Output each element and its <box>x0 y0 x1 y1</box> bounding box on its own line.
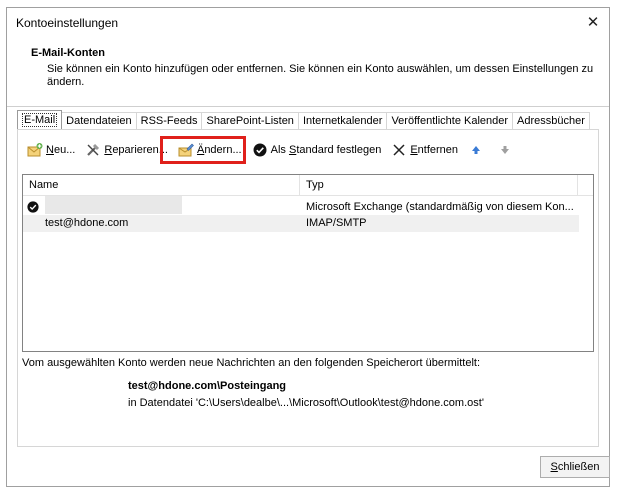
default-account-check-icon <box>27 201 39 213</box>
move-down-button[interactable] <box>494 140 519 160</box>
arrow-up-icon <box>468 142 484 158</box>
account-list[interactable]: Name Typ Microsoft Exchange (standardmäß… <box>22 174 594 352</box>
header-title: E-Mail-Konten <box>31 47 105 59</box>
account-row[interactable]: test@hdone.com IMAP/SMTP <box>23 215 579 232</box>
redacted-account-name <box>45 196 182 214</box>
tab-email[interactable]: E-Mail <box>17 110 63 129</box>
title-bar: Kontoeinstellungen ✕ <box>7 8 609 36</box>
account-name: test@hdone.com <box>45 217 129 229</box>
header-description: Sie können ein Konto hinzufügen oder ent… <box>47 63 594 88</box>
account-type: Microsoft Exchange (standardmäßig von di… <box>306 201 574 213</box>
repair-tools-icon <box>85 142 101 158</box>
tab-strip: E-Mail Datendateien RSS-Feeds SharePoint… <box>17 110 590 129</box>
data-file-path: in Datendatei 'C:\Users\dealbe\...\Micro… <box>128 397 484 409</box>
tab-rss-feeds[interactable]: RSS-Feeds <box>135 112 203 129</box>
delivery-info-text: Vom ausgewählten Konto werden neue Nachr… <box>22 357 481 369</box>
window-title: Kontoeinstellungen <box>16 16 119 30</box>
x-remove-icon <box>391 142 407 158</box>
column-header-type[interactable]: Typ <box>306 179 324 191</box>
tab-internetkalender[interactable]: Internetkalender <box>297 112 388 129</box>
checkmark-circle-icon <box>252 142 268 158</box>
dialog-header: E-Mail-Konten Sie können ein Konto hinzu… <box>7 36 609 107</box>
repair-button[interactable]: Reparieren... <box>82 140 171 160</box>
remove-button[interactable]: Entfernen <box>388 140 461 160</box>
account-type: IMAP/SMTP <box>306 217 367 229</box>
column-header-name[interactable]: Name <box>29 179 58 191</box>
change-button-highlight <box>160 136 246 164</box>
delivery-store-path: test@hdone.com\Posteingang <box>128 380 287 392</box>
set-default-button[interactable]: Als Standard festlegen <box>249 140 385 160</box>
email-tab-panel: Neu... Reparieren... Ändern... Als Stand… <box>17 129 599 447</box>
arrow-down-icon <box>497 142 513 158</box>
list-header: Name Typ <box>23 175 593 196</box>
close-icon[interactable]: ✕ <box>577 8 609 36</box>
account-row[interactable]: Microsoft Exchange (standardmäßig von di… <box>23 196 579 216</box>
move-up-button[interactable] <box>465 140 490 160</box>
account-settings-dialog: Kontoeinstellungen ✕ E-Mail-Konten Sie k… <box>6 7 610 487</box>
tab-datendateien[interactable]: Datendateien <box>61 112 137 129</box>
new-button[interactable]: Neu... <box>24 140 78 160</box>
close-button[interactable]: Schließen <box>540 456 610 478</box>
tab-veroeffentlichte-kalender[interactable]: Veröffentlichte Kalender <box>386 112 514 129</box>
tab-sharepoint-listen[interactable]: SharePoint-Listen <box>201 112 299 129</box>
tab-adressbuecher[interactable]: Adressbücher <box>512 112 590 129</box>
new-account-icon <box>27 142 43 158</box>
account-toolbar: Neu... Reparieren... Ändern... Als Stand… <box>24 140 523 160</box>
